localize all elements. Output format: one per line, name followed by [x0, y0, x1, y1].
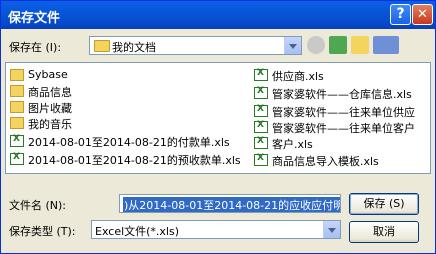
excel-file-icon: [10, 152, 24, 165]
save-in-value: 我的文档: [112, 41, 156, 54]
filename-input[interactable]: )从2014-08-01至2014-08-21的应收应付明细: [119, 194, 341, 213]
filetype-combo[interactable]: Excel文件(*.xls): [91, 220, 341, 239]
filetype-dropdown-button[interactable]: [323, 221, 340, 238]
save-file-dialog: 保存文件 ? ✕ 保存在 (I): 我的文档 Sybase 商品信息 图片收藏 …: [0, 0, 436, 254]
filetype-label: 保存类型 (T):: [9, 225, 76, 238]
title-bar: 保存文件 ? ✕: [1, 1, 435, 29]
filetype-value: Excel文件(*.xls): [95, 225, 180, 238]
filename-value: )从2014-08-01至2014-08-21的应收应付明细: [123, 197, 340, 212]
filename-label: 文件名 (N):: [9, 199, 67, 212]
excel-file-icon: [254, 86, 268, 99]
excel-file-icon: [254, 68, 268, 81]
up-folder-icon[interactable]: [329, 36, 347, 54]
folder-icon: [10, 69, 24, 81]
excel-file-icon: [254, 136, 268, 149]
documents-folder-icon: [94, 40, 110, 52]
help-button[interactable]: ?: [390, 4, 411, 25]
file-list[interactable]: Sybase 商品信息 图片收藏 我的音乐 2014-08-01至2014-08…: [5, 62, 431, 174]
cancel-button[interactable]: 取消: [349, 221, 419, 243]
save-in-dropdown-button[interactable]: [284, 37, 301, 54]
chevron-down-icon: [289, 44, 297, 49]
excel-file-icon: [254, 104, 268, 117]
save-button[interactable]: 保存 (S): [349, 193, 419, 215]
save-in-combo[interactable]: 我的文档: [89, 36, 302, 55]
back-icon[interactable]: [307, 36, 325, 54]
close-button[interactable]: ✕: [412, 4, 433, 25]
new-folder-icon[interactable]: [351, 36, 369, 54]
folder-icon: [10, 85, 24, 97]
folder-icon: [10, 117, 24, 129]
window-title: 保存文件: [8, 11, 61, 26]
excel-file-icon: [254, 153, 268, 166]
save-in-label: 保存在 (I):: [9, 41, 62, 54]
excel-file-icon: [254, 120, 268, 133]
views-icon[interactable]: [373, 36, 399, 54]
chevron-down-icon: [328, 228, 336, 233]
excel-file-icon: [10, 134, 24, 147]
folder-icon: [10, 101, 24, 113]
